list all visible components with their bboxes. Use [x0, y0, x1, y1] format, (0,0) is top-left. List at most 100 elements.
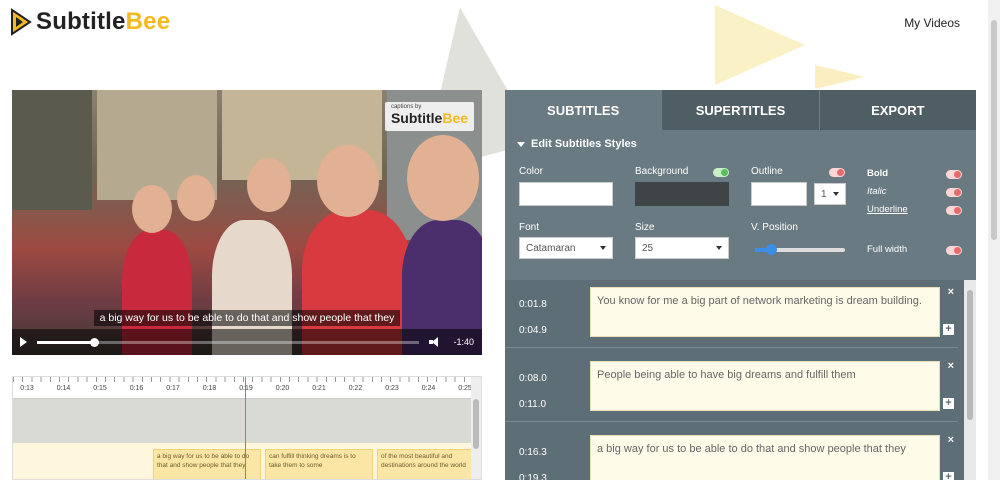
fullwidth-label: Full width: [867, 244, 908, 255]
subtitle-times: 0:01.8 0:04.9: [519, 292, 547, 344]
timeline-playhead[interactable]: [245, 377, 246, 479]
timeline-waveform-track[interactable]: [13, 399, 471, 443]
video-caption-text: a big way for us to be able to do that a…: [93, 310, 401, 326]
outline-color-field[interactable]: [751, 182, 807, 206]
timeline-scrollbar-thumb[interactable]: [473, 399, 479, 449]
video-frame-building: [12, 90, 92, 210]
subtitle-times: 0:16.3 0:19.3: [519, 440, 547, 480]
video-progress-bar[interactable]: [37, 337, 420, 347]
watermark-brand-accent: Bee: [442, 110, 468, 126]
subtitle-text-field[interactable]: You know for me a big part of network ma…: [590, 287, 940, 337]
watermark-brand: SubtitleBee: [391, 110, 468, 126]
subtitle-styles-section: Edit Subtitles Styles Color Background O…: [505, 130, 976, 280]
timeline-tick-label: 0:17: [166, 385, 180, 392]
underline-toggle[interactable]: [946, 206, 962, 215]
volume-icon[interactable]: [429, 337, 443, 347]
font-select[interactable]: Catamaran: [519, 237, 613, 259]
subtitle-text-field[interactable]: People being able to have big dreams and…: [590, 361, 940, 411]
subtitle-text-field[interactable]: a big way for us to be able to do that a…: [590, 435, 940, 480]
vposition-slider-knob[interactable]: [766, 244, 778, 255]
italic-label: Italic: [867, 186, 887, 197]
size-value: 25: [642, 242, 654, 254]
subtitle-row: 0:01.8 0:04.9 You know for me a big part…: [505, 280, 958, 348]
timeline-tick-label: 0:25: [458, 385, 472, 392]
brand-name-accent: Bee: [125, 8, 171, 35]
background-color-field[interactable]: [635, 182, 729, 206]
subtitle-end-time[interactable]: 0:19.3: [519, 466, 547, 480]
subtitle-list-scrollbar-thumb[interactable]: [967, 290, 973, 420]
logo-play-icon: [10, 8, 32, 36]
bold-label: Bold: [867, 168, 889, 179]
timeline[interactable]: 0:13 0:14 0:15 0:16 0:17 0:18 0:19 0:20 0:21 0:22…: [12, 376, 482, 480]
video-watermark: captions by SubtitleBee: [384, 102, 474, 131]
subtitle-start-time[interactable]: 0:01.8: [519, 292, 547, 318]
timeline-tick-label: 0:19: [239, 385, 253, 392]
subtitle-end-time[interactable]: 0:04.9: [519, 318, 547, 344]
chevron-down-icon: [716, 246, 722, 250]
subtitle-start-time[interactable]: 0:08.0: [519, 366, 547, 392]
delete-subtitle-icon[interactable]: ×: [948, 434, 954, 446]
video-duration: -1:40: [453, 337, 474, 347]
delete-subtitle-icon[interactable]: ×: [948, 360, 954, 372]
play-icon[interactable]: [20, 337, 27, 347]
video-frame-face: [407, 135, 479, 221]
vposition-slider[interactable]: [755, 244, 845, 255]
video-progress-knob[interactable]: [90, 337, 100, 347]
outline-toggle[interactable]: [829, 168, 845, 177]
subtitle-list-scrollbar[interactable]: [964, 280, 976, 480]
timeline-scrollbar[interactable]: [471, 377, 481, 479]
add-subtitle-icon[interactable]: +: [943, 472, 954, 480]
outline-width-value: 1: [821, 188, 827, 200]
toggle-knob: [837, 169, 844, 176]
background-toggle[interactable]: [713, 168, 729, 177]
size-label: Size: [635, 222, 655, 233]
italic-toggle[interactable]: [946, 188, 962, 197]
size-select[interactable]: 25: [635, 237, 729, 259]
brand-name: SubtitleBee: [36, 8, 170, 36]
page-scrollbar[interactable]: [988, 0, 1000, 480]
subtitle-row: 0:08.0 0:11.0 People being able to have …: [505, 354, 958, 422]
styles-header[interactable]: Edit Subtitles Styles: [517, 138, 964, 150]
watermark-brand-main: Subtitle: [390, 110, 443, 126]
brand-logo[interactable]: SubtitleBee: [10, 8, 170, 36]
timeline-tick-label: 0:20: [275, 385, 290, 392]
tab-subtitles[interactable]: SUBTITLES: [505, 90, 663, 130]
add-subtitle-icon[interactable]: +: [943, 398, 954, 409]
fullwidth-toggle[interactable]: [946, 246, 962, 255]
video-frame-face: [177, 175, 215, 221]
video-player[interactable]: captions by SubtitleBee a big way for us…: [12, 90, 482, 355]
timeline-tick-label: 0:23: [385, 385, 399, 392]
my-videos-link[interactable]: My Videos: [904, 16, 960, 30]
delete-subtitle-icon[interactable]: ×: [948, 286, 954, 298]
video-frame-face: [247, 158, 291, 212]
chevron-down-icon: [517, 141, 525, 147]
outline-width-select[interactable]: 1: [814, 183, 846, 205]
timeline-tick-label: 0:15: [93, 385, 107, 392]
video-progress-fill: [37, 340, 95, 344]
video-controls: -1:40: [12, 329, 482, 355]
timeline-tick-label: 0:14: [56, 385, 71, 392]
toggle-knob: [954, 171, 961, 178]
subtitle-start-time[interactable]: 0:16.3: [519, 440, 547, 466]
color-field[interactable]: [519, 182, 613, 206]
tab-supertitles[interactable]: SUPERTITLES: [662, 90, 820, 130]
add-subtitle-icon[interactable]: +: [943, 324, 954, 335]
video-caption: a big way for us to be able to do that a…: [12, 308, 482, 326]
tab-export[interactable]: EXPORT: [820, 90, 976, 130]
timeline-ruler[interactable]: 0:13 0:14 0:15 0:16 0:17 0:18 0:19 0:20 0:21 0:22…: [13, 377, 472, 399]
vposition-label: V. Position: [751, 222, 798, 233]
chevron-down-icon: [833, 192, 839, 196]
timeline-tick-label: 0:21: [312, 385, 326, 392]
timeline-cue[interactable]: can fulfill thinking dreams is to take t…: [265, 449, 373, 479]
toggle-knob: [954, 247, 961, 254]
toggle-knob: [721, 169, 728, 176]
timeline-cue[interactable]: of the most beautiful and destinations a…: [377, 449, 473, 479]
video-frame-face: [317, 145, 379, 217]
page-scrollbar-thumb[interactable]: [991, 20, 997, 240]
font-value: Catamaran: [526, 242, 576, 254]
styles-heading: Edit Subtitles Styles: [531, 138, 637, 150]
bold-toggle[interactable]: [946, 170, 962, 179]
timeline-tick-label: 0:24: [421, 385, 436, 392]
subtitle-end-time[interactable]: 0:11.0: [519, 392, 547, 418]
editor-panel: SUBTITLES SUPERTITLES EXPORT Edit Subtit…: [505, 90, 976, 480]
